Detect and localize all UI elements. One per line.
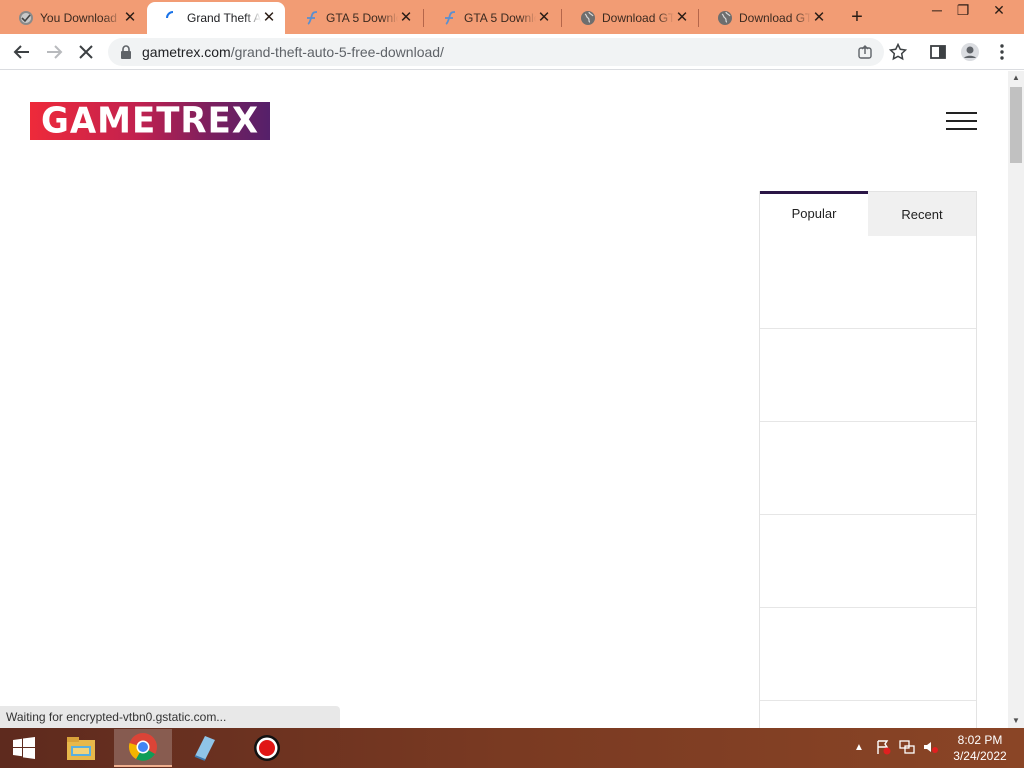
loading-spinner-icon [165, 10, 181, 26]
network-icon[interactable] [898, 738, 916, 756]
scroll-up-arrow-icon[interactable]: ▲ [1008, 71, 1024, 85]
tab-popular[interactable]: Popular [760, 191, 868, 236]
close-icon[interactable]: ✕ [122, 10, 138, 26]
globe-icon [717, 10, 733, 26]
list-item[interactable] [760, 422, 976, 515]
tab-title: Grand Theft Auto [187, 11, 261, 25]
avatar-icon [961, 43, 979, 61]
tab-strip: You Download ✕ Grand Theft Auto ✕ GTA 5 … [0, 0, 1024, 34]
clock-date: 3/24/2022 [953, 749, 1007, 763]
volume-muted-icon[interactable] [922, 738, 940, 756]
url-domain: gametrex.com [142, 44, 231, 60]
browser-tab-1[interactable]: You Download ✕ [0, 2, 146, 34]
stop-x-icon [79, 45, 93, 59]
show-hidden-icons-icon[interactable]: ▲ [850, 738, 868, 756]
address-bar[interactable]: gametrex.com/grand-theft-auto-5-free-dow… [108, 38, 884, 66]
scrollbar-thumb[interactable] [1010, 87, 1022, 163]
windows-logo-icon [13, 737, 35, 759]
kebab-menu-icon [1000, 44, 1004, 60]
menu-button[interactable] [990, 40, 1014, 64]
close-icon[interactable]: ✕ [536, 10, 552, 26]
profile-button[interactable] [958, 40, 982, 64]
script-f-icon [304, 10, 320, 26]
star-icon [889, 43, 907, 61]
browser-toolbar: gametrex.com/grand-theft-auto-5-free-dow… [0, 34, 1024, 70]
taskbar-clock[interactable]: 8:02 PM 3/24/2022 [944, 732, 1016, 764]
sidebar-tabs: Popular Recent [760, 191, 976, 236]
new-tab-button[interactable]: + [846, 6, 868, 28]
web-page: GAMETREX Popular Recent [0, 71, 1008, 728]
close-window-button[interactable]: ✕ [982, 0, 1016, 22]
script-f-icon [442, 10, 458, 26]
list-item[interactable] [760, 329, 976, 422]
share-icon[interactable] [856, 43, 874, 61]
lock-icon[interactable] [120, 45, 132, 62]
bookmark-star-button[interactable] [886, 40, 910, 64]
close-icon[interactable]: ✕ [398, 10, 414, 26]
url-path: /grand-theft-auto-5-free-download/ [230, 44, 444, 60]
close-icon[interactable]: ✕ [674, 10, 690, 26]
chrome-icon [128, 733, 157, 761]
logo-text: GAMETREX [40, 100, 260, 142]
tab-title: You Download [40, 11, 117, 25]
start-button[interactable] [0, 729, 48, 767]
page-scrollbar[interactable]: ▲ ▼ [1008, 71, 1024, 728]
clock-time: 8:02 PM [957, 733, 1003, 747]
tab-title: GTA 5 Download [326, 11, 398, 25]
browser-tab-4[interactable]: GTA 5 Download ✕ [424, 2, 560, 34]
sidebar-widget: Popular Recent [759, 191, 977, 728]
arrow-right-icon [47, 45, 63, 59]
tab-title: Download GTA [739, 11, 811, 25]
record-icon [254, 735, 280, 761]
tab-title: GTA 5 Download [464, 11, 536, 25]
stop-loading-button[interactable] [74, 40, 98, 64]
side-panel-button[interactable] [926, 40, 950, 64]
browser-tab-3[interactable]: GTA 5 Download ✕ [286, 2, 422, 34]
folder-icon [67, 737, 95, 760]
browser-tab-6[interactable]: Download GTA ✕ [699, 2, 835, 34]
tab-title: Download GTA [602, 11, 674, 25]
tab-recent[interactable]: Recent [868, 191, 976, 236]
taskbar-chrome[interactable] [114, 729, 172, 767]
taskbar-file-explorer[interactable] [52, 729, 110, 767]
close-icon[interactable]: ✕ [811, 10, 827, 26]
action-center-flag-icon[interactable] [874, 738, 892, 756]
forward-button[interactable] [42, 40, 66, 64]
taskbar-notepad[interactable] [176, 729, 234, 767]
restore-button[interactable]: ❐ [946, 0, 980, 22]
browser-tab-5[interactable]: Download GTA ✕ [562, 2, 698, 34]
back-button[interactable] [10, 40, 34, 64]
list-item[interactable] [760, 608, 976, 701]
notepad-icon [194, 736, 215, 761]
browser-tab-2-active[interactable]: Grand Theft Auto ✕ [147, 2, 285, 34]
taskbar-recorder[interactable] [238, 729, 296, 767]
windows-taskbar: ▲ 8:02 PM 3/24/2022 [0, 728, 1024, 768]
scroll-down-arrow-icon[interactable]: ▼ [1008, 714, 1024, 728]
list-item[interactable] [760, 515, 976, 608]
status-bubble: Waiting for encrypted-vtbn0.gstatic.com.… [0, 706, 340, 728]
checkmark-icon [18, 10, 34, 26]
side-panel-icon [930, 45, 946, 59]
hamburger-menu-icon[interactable] [946, 112, 978, 132]
url-text: gametrex.com/grand-theft-auto-5-free-dow… [142, 44, 444, 60]
globe-icon [580, 10, 596, 26]
list-item[interactable] [760, 236, 976, 329]
close-icon[interactable]: ✕ [261, 10, 277, 26]
site-logo[interactable]: GAMETREX [30, 100, 270, 142]
arrow-left-icon [13, 45, 29, 59]
